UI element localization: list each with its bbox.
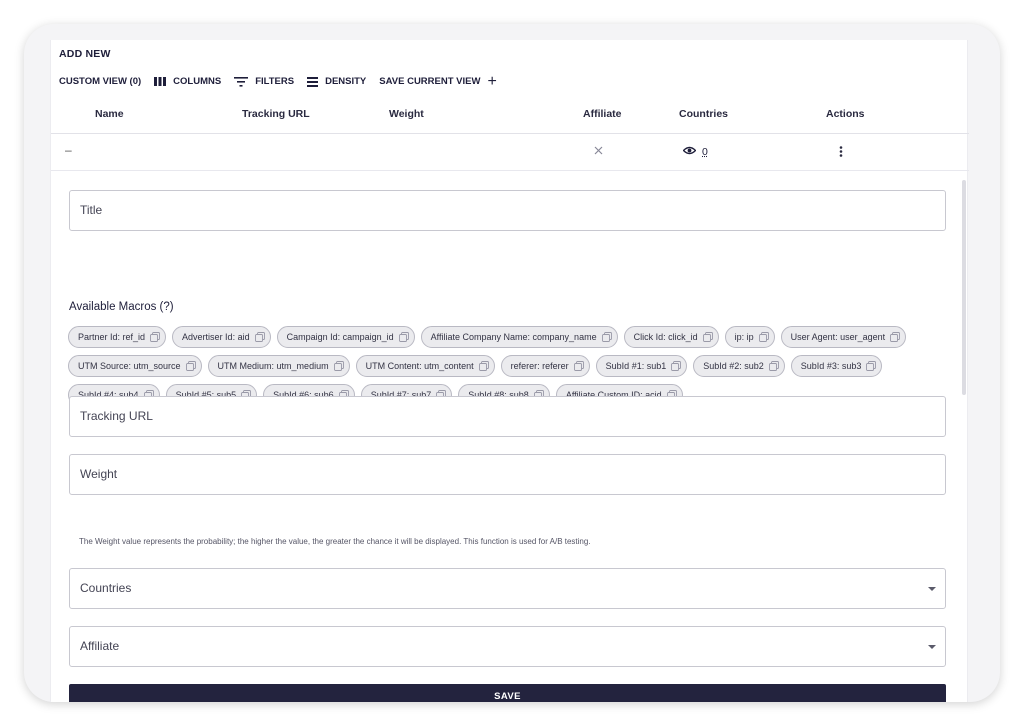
custom-view-label: CUSTOM VIEW (0)	[59, 76, 142, 87]
macro-chip-label: Advertiser Id: aid	[182, 332, 250, 342]
macro-chip-label: SubId #2: sub2	[703, 361, 764, 371]
macro-chip-label: UTM Content: utm_content	[365, 361, 474, 371]
macros-title: Available Macros (?)	[69, 301, 174, 313]
weight-placeholder: Weight	[80, 467, 118, 481]
column-header-countries[interactable]: Countries	[679, 108, 728, 120]
filters-label: FILTERS	[255, 76, 295, 87]
countries-count: 0	[702, 146, 708, 158]
affiliate-select[interactable]: Affiliate	[69, 626, 946, 667]
scrollbar-thumb[interactable]	[962, 180, 966, 395]
columns-button[interactable]: COLUMNS	[154, 76, 221, 87]
eye-icon	[682, 146, 697, 158]
more-vert-icon[interactable]	[839, 146, 843, 160]
chevron-down-icon	[928, 587, 936, 591]
copy-icon[interactable]	[768, 361, 779, 371]
add-new-button[interactable]: ADD NEW	[59, 48, 111, 60]
density-button[interactable]: DENSITY	[307, 76, 366, 87]
macros-list: Partner Id: ref_id Advertiser Id: aid Camp…	[68, 326, 948, 406]
copy-icon[interactable]	[601, 332, 612, 342]
filters-button[interactable]: FILTERS	[234, 76, 294, 87]
macro-chip-label: Click Id: click_id	[633, 332, 698, 342]
column-header-name[interactable]: Name	[95, 108, 124, 120]
copy-icon[interactable]	[185, 361, 196, 371]
macro-chip[interactable]: Affiliate Company Name: company_name	[420, 326, 618, 348]
main-panel: ADD NEW CUSTOM VIEW (0) COLUMNS FILTERS	[50, 40, 969, 702]
column-header-actions[interactable]: Actions	[826, 108, 865, 120]
copy-icon[interactable]	[398, 332, 409, 342]
chevron-down-icon	[928, 645, 936, 649]
copy-icon[interactable]	[573, 361, 584, 371]
column-header-weight[interactable]: Weight	[389, 108, 424, 120]
macro-chip-label: SubId #3: sub3	[800, 361, 862, 371]
macro-chip[interactable]: referer: referer	[500, 355, 590, 377]
macro-chip[interactable]: User Agent: user_agent	[780, 326, 907, 348]
macro-chip-label: Affiliate Company Name: company_name	[430, 332, 597, 342]
macro-chip[interactable]: Campaign Id: campaign_id	[276, 326, 415, 348]
macro-chip-label: Partner Id: ref_id	[78, 332, 146, 342]
weight-hint: The Weight value represents the probabil…	[79, 537, 591, 546]
copy-icon[interactable]	[671, 361, 682, 371]
copy-icon[interactable]	[890, 332, 901, 342]
copy-icon[interactable]	[758, 332, 769, 342]
save-current-view-button[interactable]: SAVE CURRENT VIEW	[379, 76, 480, 87]
close-icon	[594, 146, 603, 158]
copy-icon[interactable]	[702, 332, 713, 342]
title-placeholder: Title	[80, 203, 103, 217]
macro-chip-label: UTM Source: utm_source	[78, 361, 181, 371]
macro-chip-label: SubId #1: sub1	[605, 361, 667, 371]
weight-input[interactable]: Weight	[69, 454, 946, 495]
table-row[interactable]: – 0	[51, 135, 969, 171]
affiliate-placeholder: Affiliate	[80, 639, 120, 653]
copy-icon[interactable]	[478, 361, 489, 371]
save-view-label: SAVE CURRENT VIEW	[379, 76, 481, 87]
macro-chip[interactable]: UTM Source: utm_source	[68, 355, 202, 377]
copy-icon[interactable]	[150, 332, 160, 342]
macro-chip-label: UTM Medium: utm_medium	[217, 361, 329, 371]
macro-chip-label: Campaign Id: campaign_id	[286, 332, 394, 342]
countries-select[interactable]: Countries	[69, 568, 946, 609]
column-header-affiliate[interactable]: Affiliate	[583, 108, 622, 120]
grid-toolbar: CUSTOM VIEW (0) COLUMNS FILTERS DENSITY	[59, 73, 497, 89]
macro-chip[interactable]: SubId #2: sub2	[693, 355, 785, 377]
copy-icon[interactable]	[333, 361, 344, 371]
column-header-tracking-url[interactable]: Tracking URL	[242, 108, 310, 120]
tracking-url-input[interactable]: Tracking URL	[69, 396, 946, 437]
columns-label: COLUMNS	[173, 76, 222, 87]
row-name: –	[65, 143, 72, 157]
custom-view-button[interactable]: CUSTOM VIEW (0)	[59, 76, 141, 87]
filter-icon	[234, 76, 249, 87]
macro-chip-label: User Agent: user_agent	[790, 332, 886, 342]
table-header: Name Tracking URL Weight Affiliate Count…	[51, 96, 969, 134]
density-icon	[307, 76, 319, 87]
macro-chip[interactable]: Advertiser Id: aid	[172, 326, 271, 348]
macro-chip-label: referer: referer	[510, 361, 569, 371]
plus-icon[interactable]: +	[487, 73, 496, 89]
macro-chip[interactable]: Click Id: click_id	[623, 326, 719, 348]
countries-placeholder: Countries	[80, 581, 132, 595]
title-input[interactable]: Title	[69, 190, 946, 231]
macro-chip[interactable]: Partner Id: ref_id	[68, 326, 167, 348]
macro-chip[interactable]: SubId #1: sub1	[595, 355, 688, 377]
countries-view[interactable]: 0	[682, 146, 708, 158]
columns-icon	[154, 77, 167, 86]
tracking-url-placeholder: Tracking URL	[80, 409, 153, 423]
macro-chip[interactable]: UTM Content: utm_content	[355, 355, 495, 377]
macro-chip[interactable]: UTM Medium: utm_medium	[207, 355, 350, 377]
save-button[interactable]: SAVE	[69, 684, 946, 702]
app-frame: ADD NEW CUSTOM VIEW (0) COLUMNS FILTERS	[24, 24, 1000, 702]
edit-form: Title Available Macros (?) Partner Id: r…	[51, 172, 965, 702]
macro-chip[interactable]: ip: ip	[724, 326, 775, 348]
macro-chip-label: ip: ip	[734, 332, 754, 342]
macro-chip[interactable]: SubId #3: sub3	[790, 355, 883, 377]
density-label: DENSITY	[325, 76, 367, 87]
copy-icon[interactable]	[254, 332, 265, 342]
copy-icon[interactable]	[866, 361, 877, 371]
